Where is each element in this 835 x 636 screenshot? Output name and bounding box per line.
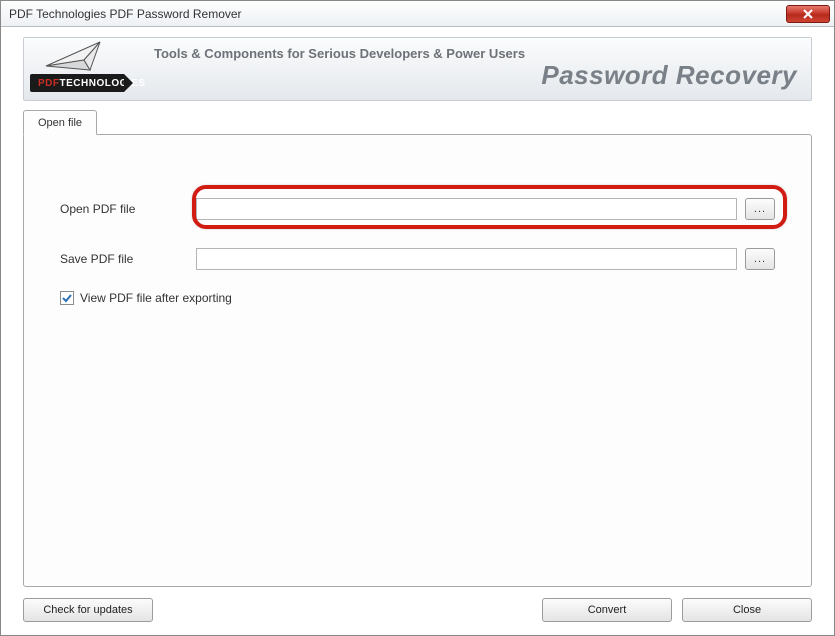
button-label: Close — [733, 604, 761, 616]
tab-panel: Open PDF file ... Save PDF file ... — [23, 134, 812, 587]
save-file-label: Save PDF file — [60, 252, 196, 266]
save-file-browse-button[interactable]: ... — [745, 248, 775, 270]
banner: PDF TECHNOLOGIES Tools & Components for … — [23, 37, 812, 101]
open-file-label: Open PDF file — [60, 202, 196, 216]
tagline: Tools & Components for Serious Developer… — [154, 46, 525, 61]
ellipsis-icon: ... — [754, 253, 766, 265]
logo: PDF TECHNOLOGIES — [30, 40, 124, 98]
view-after-checkbox[interactable] — [60, 291, 74, 305]
open-file-input[interactable] — [196, 198, 737, 220]
titlebar: PDF Technologies PDF Password Remover — [1, 1, 834, 27]
app-heading: Password Recovery — [541, 60, 797, 91]
checkmark-icon — [62, 293, 72, 303]
close-button[interactable]: Close — [682, 598, 812, 622]
window-title: PDF Technologies PDF Password Remover — [9, 7, 242, 21]
footer: Check for updates Convert Close — [23, 587, 812, 623]
logo-text-tech: TECHNOLOGIES — [60, 78, 146, 89]
button-label: Convert — [588, 604, 627, 616]
paper-plane-icon — [44, 40, 114, 74]
button-label: Check for updates — [43, 604, 132, 616]
check-updates-button[interactable]: Check for updates — [23, 598, 153, 622]
tabstrip: Open file — [23, 109, 812, 134]
save-file-input[interactable] — [196, 248, 737, 270]
ellipsis-icon: ... — [754, 203, 766, 215]
view-after-row: View PDF file after exporting — [60, 291, 775, 305]
close-icon — [803, 9, 813, 19]
content-area: PDF TECHNOLOGIES Tools & Components for … — [1, 27, 834, 635]
save-file-row: Save PDF file ... — [60, 245, 775, 273]
window-close-button[interactable] — [786, 5, 830, 23]
logo-badge: PDF TECHNOLOGIES — [30, 74, 124, 92]
tab-open-file[interactable]: Open file — [23, 110, 97, 135]
footer-right-group: Convert Close — [542, 598, 812, 622]
logo-text-pdf: PDF — [38, 78, 60, 89]
open-file-browse-button[interactable]: ... — [745, 198, 775, 220]
view-after-label: View PDF file after exporting — [80, 291, 232, 305]
tab-label: Open file — [38, 117, 82, 129]
convert-button[interactable]: Convert — [542, 598, 672, 622]
app-window: PDF Technologies PDF Password Remover PD… — [0, 0, 835, 636]
open-file-row: Open PDF file ... — [60, 195, 775, 223]
